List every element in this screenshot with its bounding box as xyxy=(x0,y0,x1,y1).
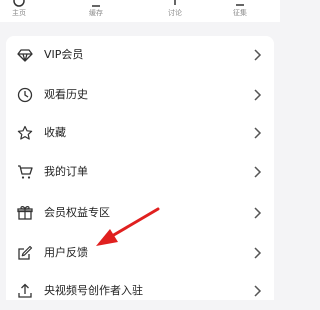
chevron-right-icon xyxy=(254,207,262,219)
home-icon xyxy=(13,0,25,7)
chevron-right-icon xyxy=(254,127,262,139)
clock-icon xyxy=(17,87,33,103)
chevron-right-icon xyxy=(254,49,262,61)
menu-item-vip[interactable]: VIP会员 xyxy=(6,36,274,74)
tab-discussion-label: 讨论 xyxy=(168,9,182,17)
menu-item-member-benefits[interactable]: 会员权益专区 xyxy=(6,194,274,232)
upload-icon xyxy=(18,283,32,298)
menu-item-favorites-label: 收藏 xyxy=(44,126,66,139)
tab-collection-label: 征集 xyxy=(233,9,247,17)
menu-item-feedback-label: 用户反馈 xyxy=(44,246,88,259)
menu-item-orders[interactable]: 我的订单 xyxy=(6,153,274,191)
collection-icon xyxy=(236,4,244,6)
tab-home-label: 主页 xyxy=(12,9,26,17)
menu-item-creator-signup[interactable]: 央视频号创作者入驻 xyxy=(6,272,274,310)
download-icon xyxy=(92,5,100,7)
menu-item-orders-label: 我的订单 xyxy=(44,165,88,178)
chevron-right-icon xyxy=(254,247,262,259)
menu-item-vip-label: VIP会员 xyxy=(44,48,84,61)
menu-item-member-benefits-label: 会员权益专区 xyxy=(44,206,110,219)
chevron-right-icon xyxy=(254,285,262,297)
cart-icon xyxy=(18,165,33,179)
menu-item-history-label: 观看历史 xyxy=(44,88,88,101)
tab-home[interactable]: 主页 xyxy=(4,0,34,18)
chevron-right-icon xyxy=(254,89,262,101)
star-icon xyxy=(17,125,33,140)
gift-icon xyxy=(17,206,33,220)
chevron-right-icon xyxy=(254,166,262,178)
bottom-tab-bar: 主页 缓存 讨论 征集 xyxy=(0,0,280,22)
menu-item-feedback[interactable]: 用户反馈 xyxy=(6,234,274,272)
menu-card: VIP会员 观看历史 收藏 我的订单 会员权益专区 用户反馈 央视频号创作者入驻 xyxy=(6,36,274,300)
discussion-icon xyxy=(174,0,176,5)
tab-download[interactable]: 缓存 xyxy=(81,0,111,18)
tab-collection[interactable]: 征集 xyxy=(225,0,255,18)
menu-item-favorites[interactable]: 收藏 xyxy=(6,114,274,152)
menu-item-creator-signup-label: 央视频号创作者入驻 xyxy=(44,284,143,297)
menu-item-history[interactable]: 观看历史 xyxy=(6,76,274,114)
tab-discussion[interactable]: 讨论 xyxy=(160,0,190,18)
edit-icon xyxy=(18,245,33,260)
diamond-icon xyxy=(17,49,33,62)
tab-download-label: 缓存 xyxy=(89,9,103,17)
